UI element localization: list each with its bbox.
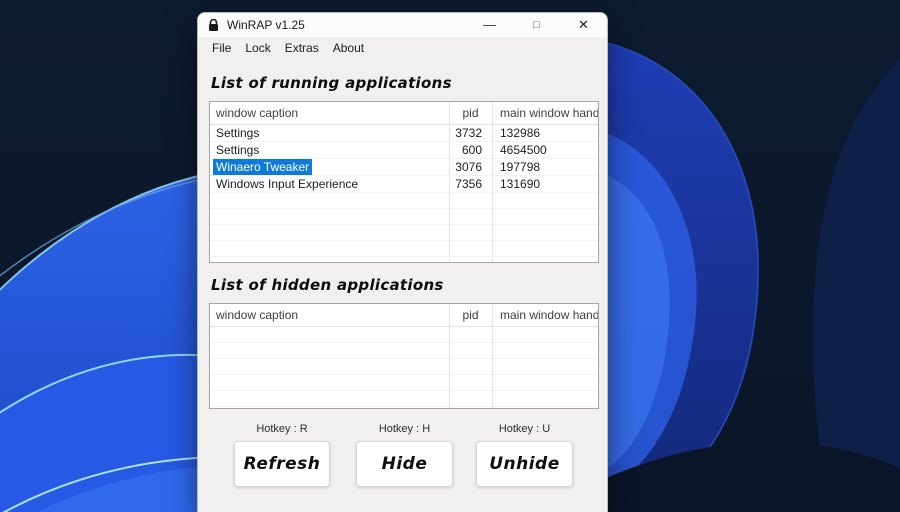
window-controls: — □ ✕ bbox=[466, 13, 607, 37]
cell-window-caption: Winaero Tweaker bbox=[210, 159, 449, 175]
empty-rows-area bbox=[210, 193, 598, 262]
menu-lock[interactable]: Lock bbox=[238, 37, 277, 60]
cell-pid: 7356 bbox=[455, 177, 482, 191]
running-apps-list[interactable]: window caption pid main window handle Se… bbox=[209, 101, 599, 263]
cell-main-window-handle: 132986 bbox=[500, 126, 541, 140]
column-header-main-window-handle[interactable]: main window handle bbox=[492, 102, 598, 124]
column-header-window-caption[interactable]: window caption bbox=[210, 304, 449, 326]
hidden-apps-list[interactable]: window caption pid main window handle bbox=[209, 303, 599, 409]
cell-pid: 3732 bbox=[455, 126, 482, 140]
lock-icon bbox=[208, 18, 220, 32]
maximize-button[interactable]: □ bbox=[513, 13, 560, 37]
selection-highlight: Winaero Tweaker bbox=[213, 159, 313, 175]
empty-rows-area bbox=[210, 327, 598, 408]
titlebar[interactable]: WinRAP v1.25 — □ ✕ bbox=[198, 13, 607, 37]
hide-action-group: Hotkey : H Hide bbox=[356, 423, 453, 487]
close-button[interactable]: ✕ bbox=[560, 13, 607, 37]
minimize-button[interactable]: — bbox=[466, 13, 513, 37]
column-header-pid[interactable]: pid bbox=[449, 304, 492, 326]
hidden-apps-header: window caption pid main window handle bbox=[210, 304, 598, 327]
winrap-window: WinRAP v1.25 — □ ✕ File Lock Extras Abou… bbox=[197, 12, 608, 512]
refresh-button[interactable]: Refresh bbox=[234, 441, 330, 487]
column-header-main-window-handle[interactable]: main window handle bbox=[492, 304, 598, 326]
unhide-hotkey-label: Hotkey : U bbox=[498, 423, 551, 435]
column-header-window-caption[interactable]: window caption bbox=[210, 102, 449, 124]
table-row[interactable]: Windows Input Experience 7356 131690 bbox=[210, 176, 598, 193]
cell-pid: 3076 bbox=[455, 160, 482, 174]
unhide-button[interactable]: Unhide bbox=[476, 441, 573, 487]
menu-extras[interactable]: Extras bbox=[278, 37, 326, 60]
hide-hotkey-label: Hotkey : H bbox=[378, 423, 431, 435]
column-header-pid[interactable]: pid bbox=[449, 102, 492, 124]
running-apps-title: List of running applications bbox=[211, 74, 452, 92]
running-apps-header: window caption pid main window handle bbox=[210, 102, 598, 125]
menu-about[interactable]: About bbox=[326, 37, 371, 60]
table-row[interactable]: Settings 600 4654500 bbox=[210, 142, 598, 159]
cell-window-caption: Windows Input Experience bbox=[216, 177, 359, 191]
table-row[interactable]: Settings 3732 132986 bbox=[210, 125, 598, 142]
cell-main-window-handle: 131690 bbox=[500, 177, 541, 191]
cell-pid: 600 bbox=[461, 143, 482, 157]
cell-window-caption: Settings bbox=[216, 126, 260, 140]
menu-file[interactable]: File bbox=[205, 37, 238, 60]
refresh-hotkey-label: Hotkey : R bbox=[256, 423, 308, 435]
cell-main-window-handle: 4654500 bbox=[500, 143, 547, 157]
hidden-apps-title: List of hidden applications bbox=[211, 276, 444, 294]
table-row-selected[interactable]: Winaero Tweaker 3076 197798 bbox=[210, 159, 598, 176]
unhide-action-group: Hotkey : U Unhide bbox=[476, 423, 573, 487]
menubar: File Lock Extras About bbox=[198, 37, 607, 60]
refresh-action-group: Hotkey : R Refresh bbox=[234, 423, 330, 487]
window-title: WinRAP v1.25 bbox=[227, 18, 305, 32]
cell-window-caption: Settings bbox=[216, 143, 260, 157]
hide-button[interactable]: Hide bbox=[356, 441, 453, 487]
cell-main-window-handle: 197798 bbox=[500, 160, 541, 174]
